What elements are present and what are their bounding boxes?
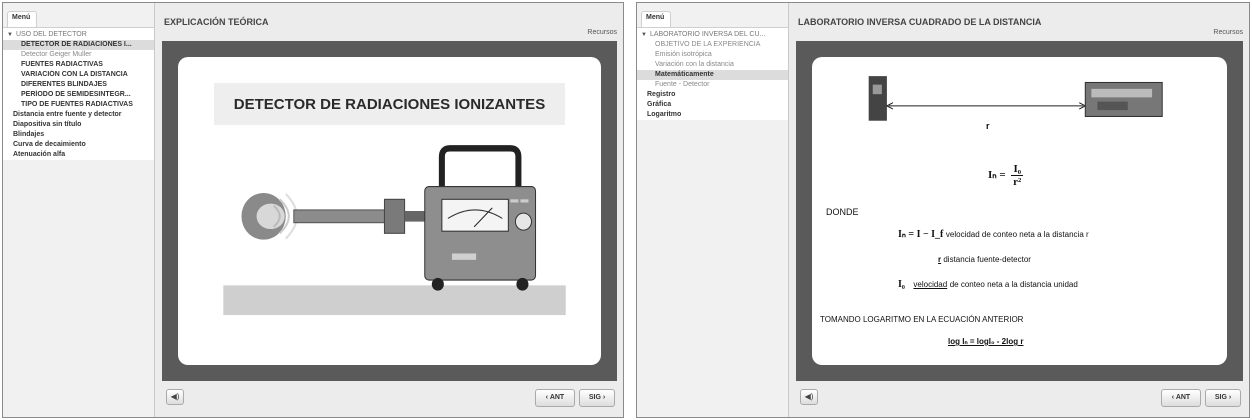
menu-item[interactable]: FUENTES RADIACTIVAS [3,60,154,70]
menu-item[interactable]: Blindajes [3,130,154,140]
formula-lhs: Iₙ = [988,169,1006,182]
menu-sidebar: Menú ▼ LABORATORIO INVERSA DEL CU... OBJE… [637,3,789,417]
page-title: LABORATORIO INVERSA CUADRADO DE LA DISTA… [798,17,1042,27]
distance-line: r distancia fuente-detector [938,255,1031,264]
triangle-down-icon: ▼ [641,32,647,38]
menu-item[interactable]: VARIACIÓN CON LA DISTANCIA [3,70,154,80]
player-right: Menú ▼ LABORATORIO INVERSA DEL CU... OBJE… [636,2,1250,418]
knob [514,212,533,231]
menu-item[interactable]: Atenuación alfa [3,150,154,160]
menu-section[interactable]: ▼ LABORATORIO INVERSA DEL CU... [637,30,788,40]
menu-item[interactable]: TIPO DE FUENTES RADIACTIVAS [3,100,154,110]
menu-item[interactable]: DETECTOR DE RADIACIONES I... [3,40,154,50]
inverse-square-formula: Iₙ = I₀ r² [988,163,1024,188]
net-rate-desc: velocidad de conteo neta a la distancia … [945,230,1089,239]
net-rate-formula: Iₙ = I − I_f [898,229,944,240]
content-area: EXPLICACIÓN TEÓRICA Recursos DETECTOR DE… [156,3,623,417]
detector-illustration [223,145,566,316]
menu-item[interactable]: Emisión isotrópica [637,50,788,60]
formula-numerator: I₀ [1011,163,1024,176]
detector-device [1084,81,1163,118]
menu-item[interactable]: PERÍODO DE SEMIDESINTEGR... [3,90,154,100]
next-button[interactable]: SIG › [579,389,615,407]
table-surface [223,285,566,316]
menu-item[interactable]: Fuente - Detector [637,80,788,90]
slide-stage: r Iₙ = I₀ r² DONDE Iₙ = I − I_f velocida… [796,41,1243,381]
unit-rate-line: I₀ velocidad de conteo neta a la distanc… [898,279,1078,290]
menu-item[interactable]: OBJETIVO DE LA EXPERIENCIA [637,40,788,50]
menu-item[interactable]: Matemáticamente [637,70,788,80]
menu-section-label: USO DEL DETECTOR [15,31,87,38]
resources-link[interactable]: Recursos [1213,29,1243,36]
log-heading: TOMANDO LOGARITMO EN LA ECUACIÓN ANTERIO… [820,315,1024,324]
formula-denominator: r² [1013,176,1022,188]
page-title: EXPLICACIÓN TEÓRICA [164,17,269,27]
menu-item[interactable]: Detector Geiger Muller [3,50,154,60]
net-rate-line: Iₙ = I − I_f velocidad de conteo neta a … [898,229,1089,240]
donde-label: DONDE [826,207,859,217]
menu-tab[interactable]: Menú [7,11,38,27]
player-left: Menú ▼ USO DEL DETECTOR DETECTOR DE RADIA… [2,2,624,418]
triangle-down-icon: ▼ [7,32,13,38]
menu-item[interactable]: Diapositiva sin título [3,120,154,130]
probe-head [383,198,406,234]
menu-section-label: LABORATORIO INVERSA DEL CU... [649,31,766,38]
menu-item[interactable]: Variación con la distancia [637,60,788,70]
menu-item[interactable]: DIFERENTES BLINDAJES [3,80,154,90]
speaker-icon[interactable]: ◀) [800,389,818,405]
content-area: LABORATORIO INVERSA CUADRADO DE LA DISTA… [790,3,1249,417]
speaker-icon[interactable]: ◀) [166,389,184,405]
resources-link[interactable]: Recursos [587,29,617,36]
log-equation: log Iₙ = logI₀ - 2log r [948,337,1024,346]
r-label: r [986,121,990,131]
slide-stage: DETECTOR DE RADIACIONES IONIZANTES [162,41,617,381]
unit-rate-desc: de conteo neta a la distancia unidad [949,280,1078,289]
menu-list: ▼ LABORATORIO INVERSA DEL CU... OBJETIVO … [637,27,788,120]
formula-fraction: I₀ r² [1011,163,1024,188]
slide: DETECTOR DE RADIACIONES IONIZANTES [178,57,601,365]
bottom-bar: ◀) ‹ ANT SIG › [162,385,617,413]
next-button[interactable]: SIG › [1205,389,1241,407]
unit-rate-word: velocidad [913,280,948,289]
menu-item[interactable]: Logaritmo [637,110,788,120]
distance-desc: distancia fuente-detector [943,255,1031,264]
menu-item[interactable]: Curva de decaimiento [3,140,154,150]
distance-symbol: r [938,255,942,264]
probe-tube [293,209,385,224]
menu-section[interactable]: ▼ USO DEL DETECTOR [3,30,154,40]
menu-list: ▼ USO DEL DETECTOR DETECTOR DE RADIACIONE… [3,27,154,160]
menu-item[interactable]: Distancia entre fuente y detector [3,110,154,120]
source-block [868,76,887,121]
menu-item[interactable]: Gráfica [637,100,788,110]
menu-sidebar: Menú ▼ USO DEL DETECTOR DETECTOR DE RADIA… [3,3,155,417]
slide: r Iₙ = I₀ r² DONDE Iₙ = I − I_f velocida… [812,57,1227,365]
bottom-bar: ◀) ‹ ANT SIG › [796,385,1243,413]
prev-button[interactable]: ‹ ANT [1161,389,1201,407]
prev-button[interactable]: ‹ ANT [535,389,575,407]
handle [438,145,522,187]
unit-rate-symbol: I₀ [898,279,905,290]
menu-tab[interactable]: Menú [641,11,672,27]
menu-item[interactable]: Registro [637,90,788,100]
